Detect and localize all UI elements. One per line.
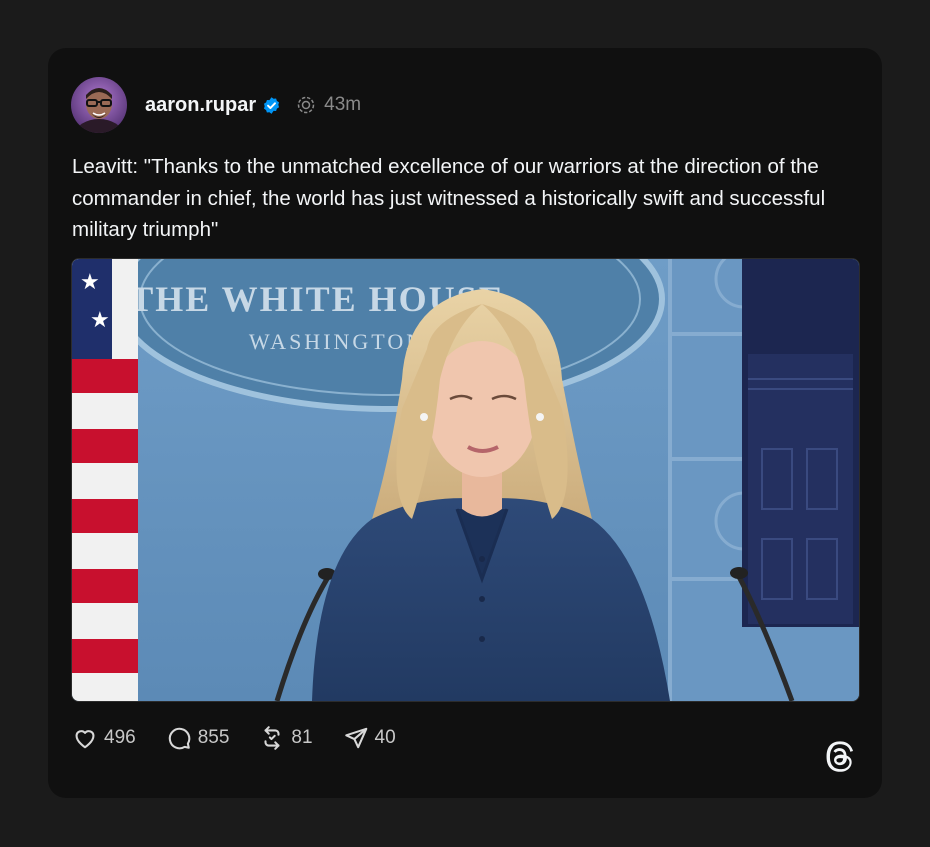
like-button[interactable]: 496 xyxy=(72,725,136,751)
like-count: 496 xyxy=(104,727,136,748)
repost-button[interactable]: 81 xyxy=(259,725,313,751)
threads-logo-icon[interactable] xyxy=(823,740,857,774)
post-card: aaron.rupar 43m Leavitt: "Thanks to the … xyxy=(48,48,882,798)
verified-badge-icon xyxy=(262,96,281,115)
comment-icon xyxy=(166,725,192,751)
post-video[interactable]: THE WHITE HOUSE WASHINGTON ★ ★ xyxy=(71,258,860,702)
post-header: aaron.rupar 43m xyxy=(71,77,361,133)
threads-reply-icon xyxy=(296,95,316,115)
action-bar: 496 855 81 40 xyxy=(72,723,426,753)
reply-count: 855 xyxy=(197,727,230,748)
seal-line2: WASHINGTON xyxy=(249,329,425,354)
post-text: Leavitt: "Thanks to the unmatched excell… xyxy=(72,155,826,241)
repost-icon xyxy=(259,725,285,751)
share-button[interactable]: 40 xyxy=(343,725,396,751)
svg-text:★: ★ xyxy=(90,307,110,332)
reply-button[interactable]: 855 xyxy=(166,725,230,751)
avatar[interactable] xyxy=(71,77,127,133)
repost-count: 81 xyxy=(291,727,313,748)
share-count: 40 xyxy=(374,727,396,748)
username[interactable]: aaron.rupar xyxy=(145,94,256,117)
post-time: 43m xyxy=(324,94,362,115)
heart-icon xyxy=(72,725,98,751)
send-icon xyxy=(343,725,369,751)
svg-text:★: ★ xyxy=(80,269,100,294)
